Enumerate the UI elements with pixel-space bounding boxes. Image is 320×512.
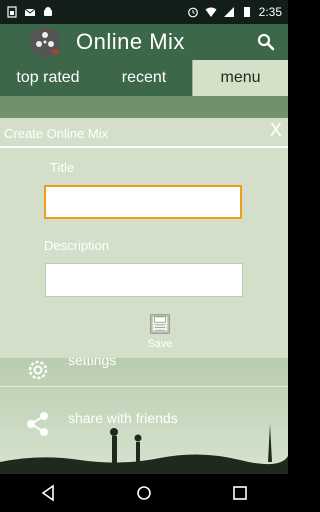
navigation-bar [0,474,288,512]
tab-label: recent [121,69,167,86]
status-bar: 2:35 [0,0,288,24]
film-reel-icon [30,27,60,57]
description-input[interactable] [46,264,242,296]
title-field-box [44,185,242,219]
dialog-title: Create Online Mix [4,126,109,141]
battery-icon [243,7,250,17]
description-label: Description [44,238,110,253]
divider [0,386,288,387]
save-label: Save [147,338,173,350]
android-icon [44,7,52,16]
tab-recent[interactable]: recent [96,60,192,96]
tab-menu[interactable]: menu [192,60,288,96]
save-icon [150,314,170,334]
title-label: Title [50,160,75,175]
back-icon[interactable] [39,484,57,502]
home-icon[interactable] [135,484,153,502]
clock-time: 2:35 [258,5,282,19]
mail-icon [24,8,36,16]
wifi-icon [205,7,217,17]
close-icon[interactable]: X [270,120,282,141]
silhouette-landscape [0,424,288,474]
app-bar: Online Mix [0,24,288,60]
tab-label: top rated [16,69,80,86]
signal-icon [223,7,234,17]
save-button[interactable]: Save [145,314,175,354]
title-input[interactable] [46,187,240,217]
app-title: Online Mix [76,29,185,54]
tab-label: menu [220,69,261,86]
dialog-header: Create Online Mix X [0,118,288,148]
gear-icon [28,360,48,380]
sim-icon [7,6,17,18]
create-mix-dialog: Create Online Mix X Title Description Sa… [0,118,288,358]
recents-icon[interactable] [231,484,249,502]
description-field-box [45,263,243,297]
alarm-icon [187,7,198,18]
tab-bar: top rated recent menu [0,60,288,96]
tab-top-rated[interactable]: top rated [0,60,96,96]
search-icon[interactable] [256,32,276,52]
